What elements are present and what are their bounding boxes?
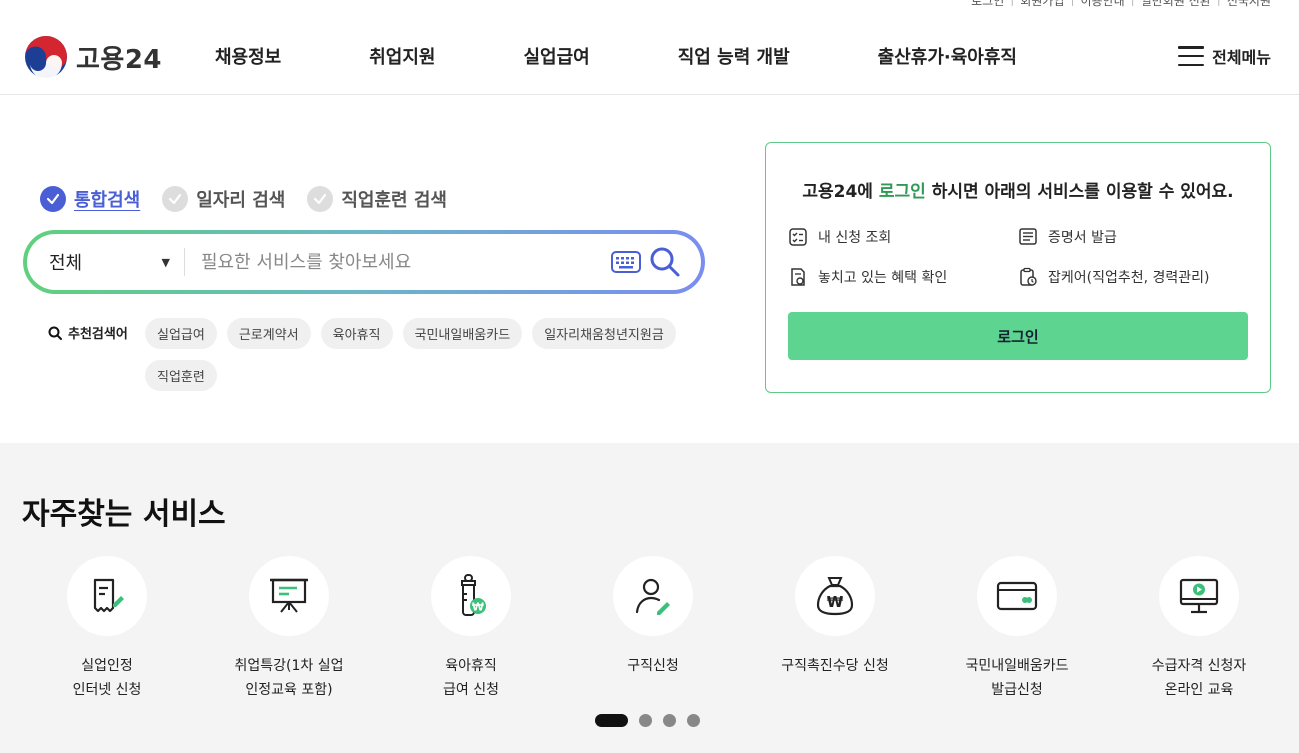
search-icon[interactable] (649, 246, 681, 278)
svg-text:₩: ₩ (472, 601, 484, 614)
service-label: 놓치고 있는 혜택 확인 (818, 270, 948, 286)
util-convert-link[interactable]: 일반회원 전환 (1141, 0, 1211, 9)
utility-links: 로그인| 회원가입| 이용안내| 일반회원 전환| 전국지원 (971, 0, 1271, 9)
search-input[interactable] (185, 251, 611, 273)
service-item-unemployment-certification[interactable]: 실업인정 인터넷 신청 (17, 556, 197, 702)
baby-bottle-won-icon: ₩ (461, 574, 486, 616)
monitor-play-icon (1179, 578, 1219, 614)
service-jobcare[interactable]: 잡케어(직업추천, 경력관리) (1018, 267, 1210, 287)
presentation-board-icon (270, 578, 308, 613)
certificate-icon (1019, 228, 1037, 245)
search-box: 전체 ▼ (23, 230, 705, 294)
tab-integrated-search[interactable]: 통합검색 (40, 186, 140, 212)
tab-training-search[interactable]: 직업훈련 검색 (307, 186, 447, 212)
service-item-parental-leave-benefit[interactable]: ₩ 육아휴직 급여 신청 (381, 556, 561, 702)
login-card-title: 고용24에 로그인 하시면 아래의 서비스를 이용할 수 있어요. (802, 182, 1234, 202)
main-nav: 채용정보 취업지원 실업급여 직업 능력 개발 출산휴가·육아휴직 (215, 43, 1017, 69)
tab-job-search[interactable]: 일자리 검색 (162, 186, 285, 212)
service-label: 내 신청 조회 (818, 230, 892, 246)
service-item-job-promotion-allowance[interactable]: ₩ 구직촉진수당 신청 (745, 556, 925, 678)
all-menu-label: 전체메뉴 (1212, 48, 1271, 67)
check-icon (307, 186, 334, 212)
service-label: 잡케어(직업추천, 경력관리) (1048, 270, 1210, 286)
svg-text:₩: ₩ (827, 593, 844, 611)
card-icon (996, 581, 1038, 611)
keyword-chip[interactable]: 일자리채움청년지원금 (532, 318, 676, 349)
search-tabs: 통합검색 일자리 검색 직업훈련 검색 (40, 186, 447, 212)
frequent-services-section: 자주찾는 서비스 실업인정 인터넷 신청 취업특강(1차 실업 인정교육 포함)… (0, 443, 1299, 753)
pager-dot-2[interactable] (639, 714, 652, 727)
keyword-chip[interactable]: 근로계약서 (226, 318, 311, 349)
carousel-pager (595, 714, 700, 727)
service-label: 증명서 발급 (1048, 230, 1117, 246)
site-logo[interactable]: 고용24 (24, 35, 162, 79)
check-icon (40, 186, 66, 212)
checklist-icon (789, 228, 807, 246)
all-menu-button[interactable]: 전체메뉴 (1178, 44, 1271, 68)
service-item-learning-card[interactable]: 국민내일배움카드 발급신청 (927, 556, 1107, 702)
nav-item-jobs[interactable]: 채용정보 (215, 43, 281, 69)
recommended-label-text: 추천검색어 (68, 327, 128, 342)
tab-label: 직업훈련 검색 (341, 190, 447, 211)
nav-item-employment-support[interactable]: 취업지원 (369, 43, 435, 69)
login-card: 고용24에 로그인 하시면 아래의 서비스를 이용할 수 있어요. 내 신청 조… (765, 142, 1271, 393)
tab-label: 통합검색 (74, 190, 141, 211)
keyword-chips: 실업급여 근로계약서 육아휴직 국민내일배움카드 일자리채움청년지원금 직업훈련 (145, 318, 705, 391)
service-missed-benefits[interactable]: 놓치고 있는 혜택 확인 (788, 267, 947, 287)
util-login-link[interactable]: 로그인 (971, 0, 1004, 9)
keyboard-icon[interactable] (611, 251, 641, 273)
money-bag-won-icon: ₩ (816, 577, 854, 616)
service-certificate[interactable]: 증명서 발급 (1018, 227, 1117, 247)
clipboard-clock-icon (1020, 267, 1037, 286)
search-icon (48, 326, 62, 340)
keyword-chip[interactable]: 실업급여 (145, 318, 217, 349)
recommended-label: 추천검색어 (48, 323, 128, 342)
login-button[interactable]: 로그인 (788, 312, 1248, 360)
document-pen-icon (93, 578, 124, 613)
taegeuk-logo-icon (25, 36, 67, 79)
util-guide-link[interactable]: 이용안내 (1081, 0, 1125, 9)
nav-item-job-skills[interactable]: 직업 능력 개발 (678, 43, 790, 69)
keyword-chip[interactable]: 육아휴직 (320, 318, 393, 349)
check-icon (162, 186, 189, 212)
pager-dot-3[interactable] (663, 714, 676, 727)
document-search-icon (791, 268, 805, 286)
dropdown-triangle-icon: ▼ (161, 255, 170, 269)
section-title: 자주찾는 서비스 (22, 497, 226, 532)
tab-label: 일자리 검색 (196, 190, 286, 211)
site-header: 로그인| 회원가입| 이용안내| 일반회원 전환| 전국지원 고용24 채용정보… (0, 0, 1299, 95)
util-support-link[interactable]: 전국지원 (1227, 0, 1271, 9)
logo-text: 고용24 (76, 44, 163, 75)
util-signup-link[interactable]: 회원가입 (1020, 0, 1064, 9)
person-pen-icon (635, 578, 670, 615)
service-my-applications[interactable]: 내 신청 조회 (788, 227, 891, 247)
service-item-job-application[interactable]: 구직신청 (563, 556, 743, 678)
search-category-select[interactable]: 전체 ▼ (27, 249, 184, 275)
pager-dot-1[interactable] (595, 714, 628, 727)
service-item-job-lecture[interactable]: 취업특강(1차 실업 인정교육 포함) (199, 556, 379, 702)
hamburger-icon (1178, 46, 1205, 66)
service-item-online-education[interactable]: 수급자격 신청자 온라인 교육 (1109, 556, 1289, 702)
keyword-chip[interactable]: 직업훈련 (145, 360, 217, 391)
pager-dot-4[interactable] (687, 714, 700, 727)
keyword-chip[interactable]: 국민내일배움카드 (402, 318, 523, 349)
nav-item-unemployment-benefits[interactable]: 실업급여 (524, 43, 590, 69)
search-category-value: 전체 (49, 253, 83, 274)
nav-item-parental-leave[interactable]: 출산휴가·육아휴직 (878, 43, 1017, 69)
